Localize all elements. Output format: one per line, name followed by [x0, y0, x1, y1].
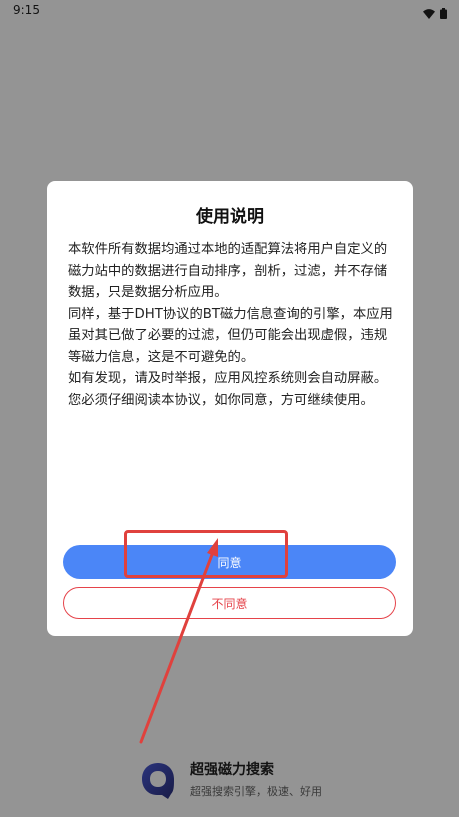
- disagree-button[interactable]: 不同意: [63, 587, 396, 619]
- agreement-paragraph: 本软件所有数据均通过本地的适配算法将用户自定义的磁力站中的数据进行自动排序，剖析…: [68, 242, 388, 300]
- annotation-highlight-box: [124, 530, 288, 578]
- dialog-body: 本软件所有数据均通过本地的适配算法将用户自定义的磁力站中的数据进行自动排序，剖析…: [68, 239, 394, 411]
- dialog-title: 使用说明: [196, 207, 264, 227]
- agreement-paragraph: 您必须仔细阅读本协议，如你同意，方可继续使用。: [68, 392, 374, 408]
- splash-screen: 9:15 超强磁力搜索 超强搜索引擎，极速、好用 使用说明 本软件所有数据均通过…: [0, 0, 459, 817]
- agreement-paragraph: 如有发现，请及时举报，应用风控系统则会自动屏蔽。: [68, 371, 388, 386]
- agreement-paragraph: 同样，基于DHT协议的BT磁力信息查询的引擎，本应用虽对其已做了必要的过滤，但仍…: [68, 306, 393, 365]
